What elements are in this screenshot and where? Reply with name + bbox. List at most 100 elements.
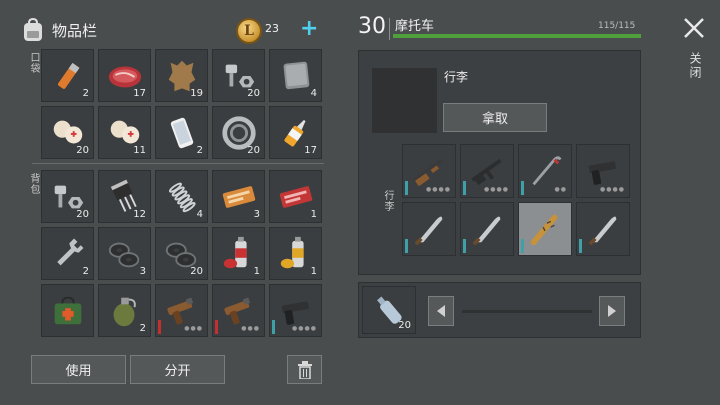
smartphone-icon: [170, 117, 193, 148]
inventory-slot[interactable]: 20: [41, 170, 94, 223]
backpack-icon: [24, 18, 42, 41]
machete-icon: [472, 216, 501, 246]
durability-dots: ●●●: [184, 325, 203, 332]
luggage-slot[interactable]: ●●●●: [402, 144, 456, 198]
item-count: 20: [247, 88, 260, 99]
item-count: 3: [253, 209, 260, 220]
pocket-grid: 2 17 19 20 4 20 11 2 20 17: [41, 49, 322, 159]
item-count: 2: [82, 88, 89, 99]
inventory-slot[interactable]: 3: [98, 227, 151, 280]
next-arrow-button[interactable]: [599, 296, 625, 326]
luggage-slot[interactable]: ●●: [518, 144, 572, 198]
durability-bar: [405, 239, 408, 253]
durability-bar: [215, 320, 218, 334]
inventory-slot[interactable]: ●●●: [155, 284, 208, 337]
durability-bar: [405, 181, 408, 195]
coin-icon: L: [236, 18, 262, 44]
flare-pistol-icon: [223, 297, 250, 324]
durability-dots: ●●●●: [484, 186, 509, 193]
inventory-slot[interactable]: 2: [41, 227, 94, 280]
inventory-slot[interactable]: 2: [98, 284, 151, 337]
machete-icon: [588, 216, 617, 246]
luggage-slot[interactable]: [402, 202, 456, 256]
inventory-slot[interactable]: ●●●: [212, 284, 265, 337]
inventory-slot[interactable]: 17: [98, 49, 151, 102]
inventory-slot[interactable]: [41, 284, 94, 337]
item-count: 11: [133, 145, 146, 156]
item-count: 17: [133, 88, 146, 99]
prev-arrow-button[interactable]: [428, 296, 454, 326]
inventory-slot[interactable]: 19: [155, 49, 208, 102]
durability-bar: [158, 320, 161, 334]
inventory-slot[interactable]: 4: [155, 170, 208, 223]
wrench-icon: [56, 238, 83, 265]
spray-red-icon: [223, 236, 247, 268]
vehicle-level: 30: [358, 14, 386, 39]
capacity-bar-fill: [393, 34, 641, 38]
machete-icon: [414, 216, 443, 246]
durability-bar: [463, 181, 466, 195]
durability-bar: [463, 239, 466, 253]
spiked-bat-icon: [530, 214, 558, 246]
item-preview: [372, 68, 437, 133]
spring-icon: [168, 182, 196, 212]
inventory-slot[interactable]: 1: [269, 170, 322, 223]
item-count: 4: [310, 88, 317, 99]
inventory-slot[interactable]: 1: [212, 227, 265, 280]
inventory-slot[interactable]: 20: [212, 106, 265, 159]
medkit-bag-icon: [54, 296, 81, 324]
pistol-icon: [588, 161, 616, 185]
durability-dots: ●●: [554, 186, 567, 193]
item-count: 4: [196, 209, 203, 220]
item-count: 19: [190, 88, 203, 99]
inventory-slot[interactable]: 2: [41, 49, 94, 102]
take-button[interactable]: 拿取: [443, 103, 547, 132]
item-count: 1: [253, 266, 260, 277]
metal-plate-icon: [283, 61, 309, 89]
item-count: 1: [310, 266, 317, 277]
item-count: 12: [133, 209, 146, 220]
luggage-slot[interactable]: [460, 202, 514, 256]
durability-bar: [521, 181, 524, 195]
spray-yellow-icon: [280, 236, 304, 268]
inventory-slot[interactable]: 12: [98, 170, 151, 223]
inventory-header: 物品栏: [22, 14, 97, 46]
item-count: 20: [247, 145, 260, 156]
luggage-slot[interactable]: ●●●●: [460, 144, 514, 198]
crowbar-icon: [532, 156, 562, 186]
inventory-slot[interactable]: 4: [269, 49, 322, 102]
vehicle-name: 摩托车: [395, 19, 435, 34]
add-coins-button[interactable]: +: [300, 16, 318, 41]
close-icon[interactable]: [682, 16, 706, 40]
durability-bar: [521, 239, 524, 253]
inventory-slot[interactable]: 20: [41, 106, 94, 159]
item-count: 2: [82, 266, 89, 277]
fuel-slot[interactable]: 20: [362, 286, 416, 334]
inventory-slot[interactable]: 2: [155, 106, 208, 159]
inventory-title: 物品栏: [52, 21, 98, 40]
item-count: 2: [139, 323, 146, 334]
inventory-slot[interactable]: 20: [155, 227, 208, 280]
washers-icon: [108, 242, 139, 267]
item-count: 20: [76, 209, 89, 220]
use-button[interactable]: 使用: [31, 355, 126, 384]
inventory-slot[interactable]: ●●●●: [269, 284, 322, 337]
item-count: 3: [139, 266, 146, 277]
luggage-slot[interactable]: [576, 202, 630, 256]
vehicle-capacity: 115/115: [598, 21, 636, 31]
inventory-slot[interactable]: 17: [269, 106, 322, 159]
inventory-slot[interactable]: 11: [98, 106, 151, 159]
coupon-orange-icon: [222, 185, 255, 208]
inventory-slot[interactable]: 20: [212, 49, 265, 102]
luggage-slot[interactable]: [518, 202, 572, 256]
split-button[interactable]: 分开: [130, 355, 225, 384]
inventory-slot[interactable]: 1: [269, 227, 322, 280]
durability-dots: ●●●: [241, 325, 260, 332]
luggage-slot[interactable]: ●●●●: [576, 144, 630, 198]
flare-pistol-icon: [166, 297, 193, 324]
durability-dots: ●●●●: [600, 186, 625, 193]
trash-button[interactable]: [287, 355, 322, 384]
arrow-left-icon: [437, 305, 445, 317]
inventory-slot[interactable]: 3: [212, 170, 265, 223]
close-label[interactable]: 关闭: [687, 52, 704, 80]
